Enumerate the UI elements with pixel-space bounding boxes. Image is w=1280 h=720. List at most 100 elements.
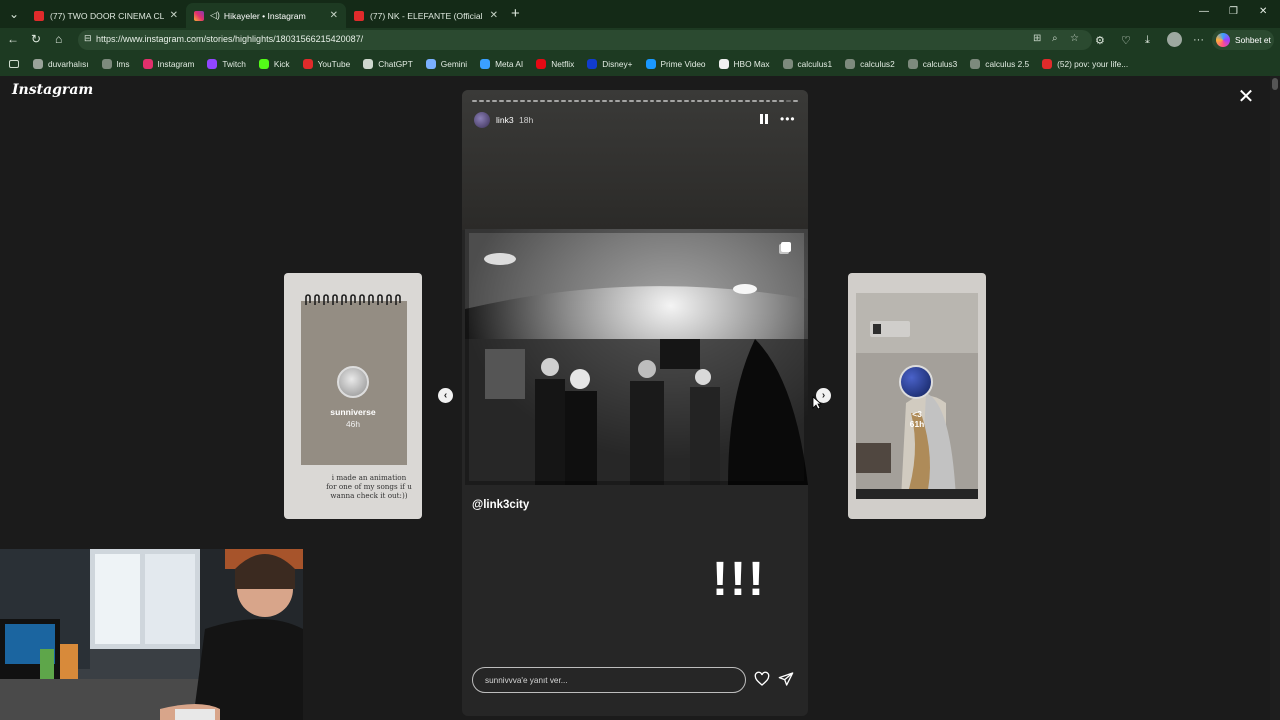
progress-segment	[779, 100, 785, 102]
tab-title: (77) NK - ELEFANTE (Official Video	[370, 10, 484, 21]
story-caption: i made an animation for one of my songs …	[326, 473, 412, 500]
netflix-icon	[536, 59, 547, 69]
bookmark-label: Kick	[273, 59, 290, 69]
back-icon[interactable]: ←	[7, 32, 19, 46]
progress-segment	[792, 100, 798, 102]
previous-story-arrow-icon[interactable]: ‹	[438, 388, 453, 403]
hbo-max-icon	[718, 59, 729, 69]
send-icon[interactable]	[778, 671, 794, 687]
progress-segment	[738, 100, 744, 102]
story-username: sunniverse	[330, 407, 376, 417]
gemini-icon	[425, 59, 436, 69]
zoom-icon[interactable]: ⌕	[1052, 33, 1058, 44]
bookmark-item[interactable]: Disney+	[587, 59, 633, 69]
close-window-icon[interactable]: ✕	[1259, 6, 1267, 17]
bookmark-item[interactable]: Netflix	[536, 59, 574, 69]
pause-icon[interactable]	[760, 114, 770, 125]
minimize-icon[interactable]: —	[1199, 6, 1209, 17]
progress-segment	[786, 100, 791, 102]
bookmark-item[interactable]: calculus3	[907, 59, 958, 69]
refresh-icon[interactable]: ↻	[31, 32, 41, 46]
tab-list-dropdown-icon[interactable]: ⌄	[4, 4, 24, 24]
story-username[interactable]: link3	[496, 115, 514, 125]
progress-segment	[683, 100, 689, 102]
bookmark-label: Disney+	[602, 59, 633, 69]
progress-segment	[574, 100, 580, 102]
bookmark-item[interactable]: calculus 2.5	[970, 59, 1029, 69]
close-icon[interactable]: ✕	[1236, 87, 1256, 107]
youtube-icon	[1042, 59, 1053, 69]
instagram-icon	[194, 10, 204, 21]
browser-essentials-icon[interactable]: ♡	[1121, 34, 1131, 47]
progress-segment	[499, 100, 505, 102]
progress-segment	[670, 100, 675, 102]
avatar[interactable]	[474, 112, 490, 128]
bookmark-item[interactable]: duvarhalısı	[33, 59, 89, 69]
progress-segment	[608, 100, 614, 102]
tab-title: (77) TWO DOOR CINEMA CLUB | S	[50, 10, 164, 21]
next-story-preview[interactable]: <3 61h	[848, 273, 986, 519]
story-time: 46h	[346, 419, 360, 429]
bookmark-item[interactable]: Prime Video	[645, 59, 706, 69]
copilot-button[interactable]: Sohbet et	[1212, 30, 1274, 50]
address-bar[interactable]: ⊟ https://www.instagram.com/stories/high…	[78, 30, 1092, 50]
app-available-icon[interactable]: ⊞	[1033, 33, 1041, 44]
webcam-overlay	[0, 549, 303, 720]
progress-segment	[635, 100, 641, 102]
progress-segment	[724, 100, 730, 102]
youtube-icon	[34, 10, 44, 21]
reply-input[interactable]: sunnivvva'e yanıt ver...	[472, 667, 746, 693]
close-tab-icon[interactable]: ✕	[330, 10, 338, 21]
downloads-icon[interactable]: ⤓	[1145, 34, 1150, 47]
bookmark-item[interactable]: Gemini	[425, 59, 467, 69]
progress-segment	[485, 100, 491, 102]
bookmark-item[interactable]: (52) pov: your life...	[1042, 59, 1128, 69]
progress-segment	[553, 100, 559, 102]
bookmark-item[interactable]: YouTube	[302, 59, 350, 69]
scrollbar[interactable]	[1270, 76, 1280, 720]
more-options-icon[interactable]: •••	[780, 112, 796, 126]
home-icon[interactable]: ⌂	[55, 32, 62, 46]
bookmark-item[interactable]: Kick	[258, 59, 290, 69]
bookmark-label: duvarhalısı	[48, 59, 89, 69]
progress-segment	[588, 100, 593, 102]
progress-segment	[649, 100, 655, 102]
settings-more-icon[interactable]: ···	[1193, 34, 1204, 46]
story-viewer[interactable]: link3 18h ••• @link3city !!! sunnivvva'e…	[462, 90, 808, 716]
progress-segment	[540, 100, 546, 102]
bookmark-item[interactable]: Instagram	[142, 59, 194, 69]
story-time: 18h	[519, 115, 534, 125]
bookmark-item[interactable]: calculus1	[782, 59, 832, 69]
extensions-icon[interactable]: ⚙	[1095, 34, 1105, 47]
story-mention[interactable]: @link3city	[472, 499, 529, 511]
bookmark-item[interactable]: calculus2	[845, 59, 895, 69]
bookmark-label: calculus2	[860, 59, 895, 69]
new-tab-button[interactable]: +	[511, 5, 520, 22]
tab-nk-elefante[interactable]: (77) NK - ELEFANTE (Official Video ✕	[346, 3, 506, 28]
close-tab-icon[interactable]: ✕	[490, 10, 498, 21]
instagram-logo[interactable]: Instagram	[12, 82, 93, 98]
bookmark-item[interactable]: ChatGPT	[363, 59, 413, 69]
bookmark-item[interactable]: Twitch	[207, 59, 246, 69]
progress-segment	[581, 100, 587, 102]
tab-instagram-stories[interactable]: ◁) Hikayeler • Instagram ✕	[186, 3, 346, 28]
favorite-star-icon[interactable]: ☆	[1070, 33, 1079, 44]
profile-avatar[interactable]	[1167, 32, 1182, 47]
youtube-icon	[354, 10, 364, 21]
previous-story-preview[interactable]: sunniverse 46h i made an animation for o…	[284, 273, 422, 519]
speaker-icon[interactable]: ◁)	[210, 10, 220, 21]
progress-segment	[506, 100, 511, 102]
bookmark-item[interactable]: Meta AI	[480, 59, 523, 69]
bookmark-item[interactable]: lms	[101, 59, 130, 69]
bookmark-label: calculus3	[922, 59, 958, 69]
site-info-icon[interactable]: ⊟	[84, 33, 92, 44]
restore-icon[interactable]: ❐	[1229, 6, 1238, 17]
tab-strip: ⌄ (77) TWO DOOR CINEMA CLUB | S ✕ ◁) Hik…	[0, 0, 1280, 28]
close-tab-icon[interactable]: ✕	[170, 10, 178, 21]
tab-two-door-cinema-club[interactable]: (77) TWO DOOR CINEMA CLUB | S ✕	[26, 3, 186, 28]
bookmark-item[interactable]: HBO Max	[718, 59, 770, 69]
copilot-label: Sohbet et	[1235, 35, 1271, 45]
heart-icon[interactable]	[754, 671, 770, 687]
sidebar-toggle-icon[interactable]	[9, 60, 19, 68]
progress-segment	[765, 100, 771, 102]
